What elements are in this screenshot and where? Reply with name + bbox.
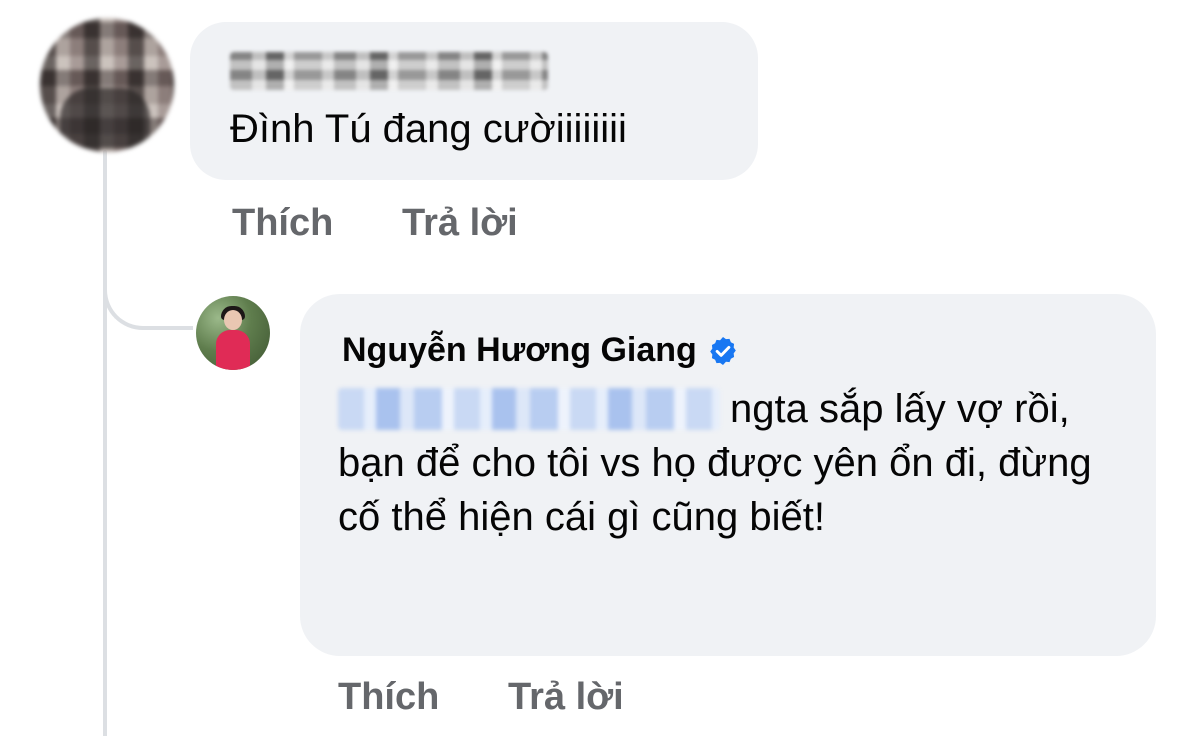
author-name-blurred[interactable] [230, 52, 548, 90]
thread-connector [103, 230, 193, 330]
comment-bubble-2: Nguyễn Hương Giang ngta sắp lấy vợ rồi, … [300, 294, 1156, 656]
reply-button[interactable]: Trả lời [402, 202, 518, 245]
like-button[interactable]: Thích [338, 676, 439, 719]
avatar-nguyen-huong-giang[interactable] [196, 296, 270, 370]
author-name[interactable]: Nguyễn Hương Giang [342, 330, 739, 370]
author-name-text[interactable]: Nguyễn Hương Giang [342, 330, 697, 370]
avatar-blurred[interactable] [40, 18, 174, 152]
comment-text: ngta sắp lấy vợ rồi, bạn để cho tôi vs h… [338, 387, 1092, 539]
like-button[interactable]: Thích [232, 202, 333, 245]
comment-bubble-1: Đình Tú đang cườiiiiiiii [190, 22, 758, 180]
comment-text: Đình Tú đang cườiiiiiiii [230, 107, 627, 151]
reply-button[interactable]: Trả lời [508, 676, 624, 719]
verified-badge-icon [709, 337, 736, 365]
comment-thread: Đình Tú đang cườiiiiiiii Thích Trả lời N… [0, 0, 1200, 736]
